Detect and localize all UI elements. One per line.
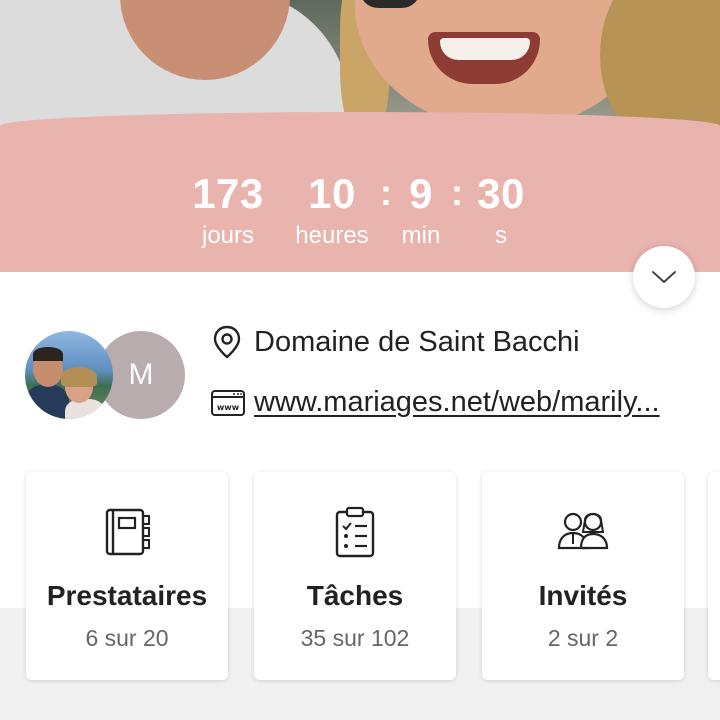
checklist-icon bbox=[335, 506, 375, 558]
chevron-down-icon bbox=[652, 271, 676, 283]
countdown-banner: 173 jours 10 heures : 9 min : 30 s bbox=[0, 112, 720, 272]
couple-avatar[interactable] bbox=[25, 331, 113, 419]
tasks-card[interactable]: Tâches 35 sur 102 bbox=[254, 472, 456, 680]
vendors-progress: 6 sur 20 bbox=[85, 625, 169, 651]
days-value: 173 bbox=[192, 170, 264, 217]
seconds-value: 30 bbox=[477, 170, 525, 217]
guests-card[interactable]: Invités 2 sur 2 bbox=[482, 472, 684, 680]
guests-progress: 2 sur 2 bbox=[547, 625, 619, 651]
website-row[interactable]: www www.mariages.net/web/marily... bbox=[210, 386, 660, 419]
seconds-label: s bbox=[495, 222, 507, 249]
vendors-card[interactable]: Prestataires 6 sur 20 bbox=[26, 472, 228, 680]
tasks-title: Tâches bbox=[306, 580, 404, 611]
venue-name: Domaine de Saint Bacchi bbox=[254, 325, 580, 358]
guests-title: Invités bbox=[538, 580, 628, 611]
website-link[interactable]: www.mariages.net/web/marily... bbox=[254, 386, 660, 419]
vendors-title: Prestataires bbox=[46, 580, 208, 611]
guests-icon bbox=[557, 512, 609, 550]
avatar-initial: M bbox=[128, 358, 154, 391]
next-card-peek[interactable] bbox=[708, 472, 720, 680]
www-icon-text: www bbox=[217, 403, 240, 412]
days-label: jours bbox=[201, 222, 255, 249]
venue-row[interactable]: Domaine de Saint Bacchi bbox=[210, 324, 580, 360]
vendors-book-icon bbox=[105, 508, 150, 556]
tasks-progress: 35 sur 102 bbox=[300, 625, 410, 651]
expand-button[interactable] bbox=[633, 246, 695, 308]
www-icon: www bbox=[211, 389, 245, 416]
location-pin-icon bbox=[213, 325, 241, 359]
